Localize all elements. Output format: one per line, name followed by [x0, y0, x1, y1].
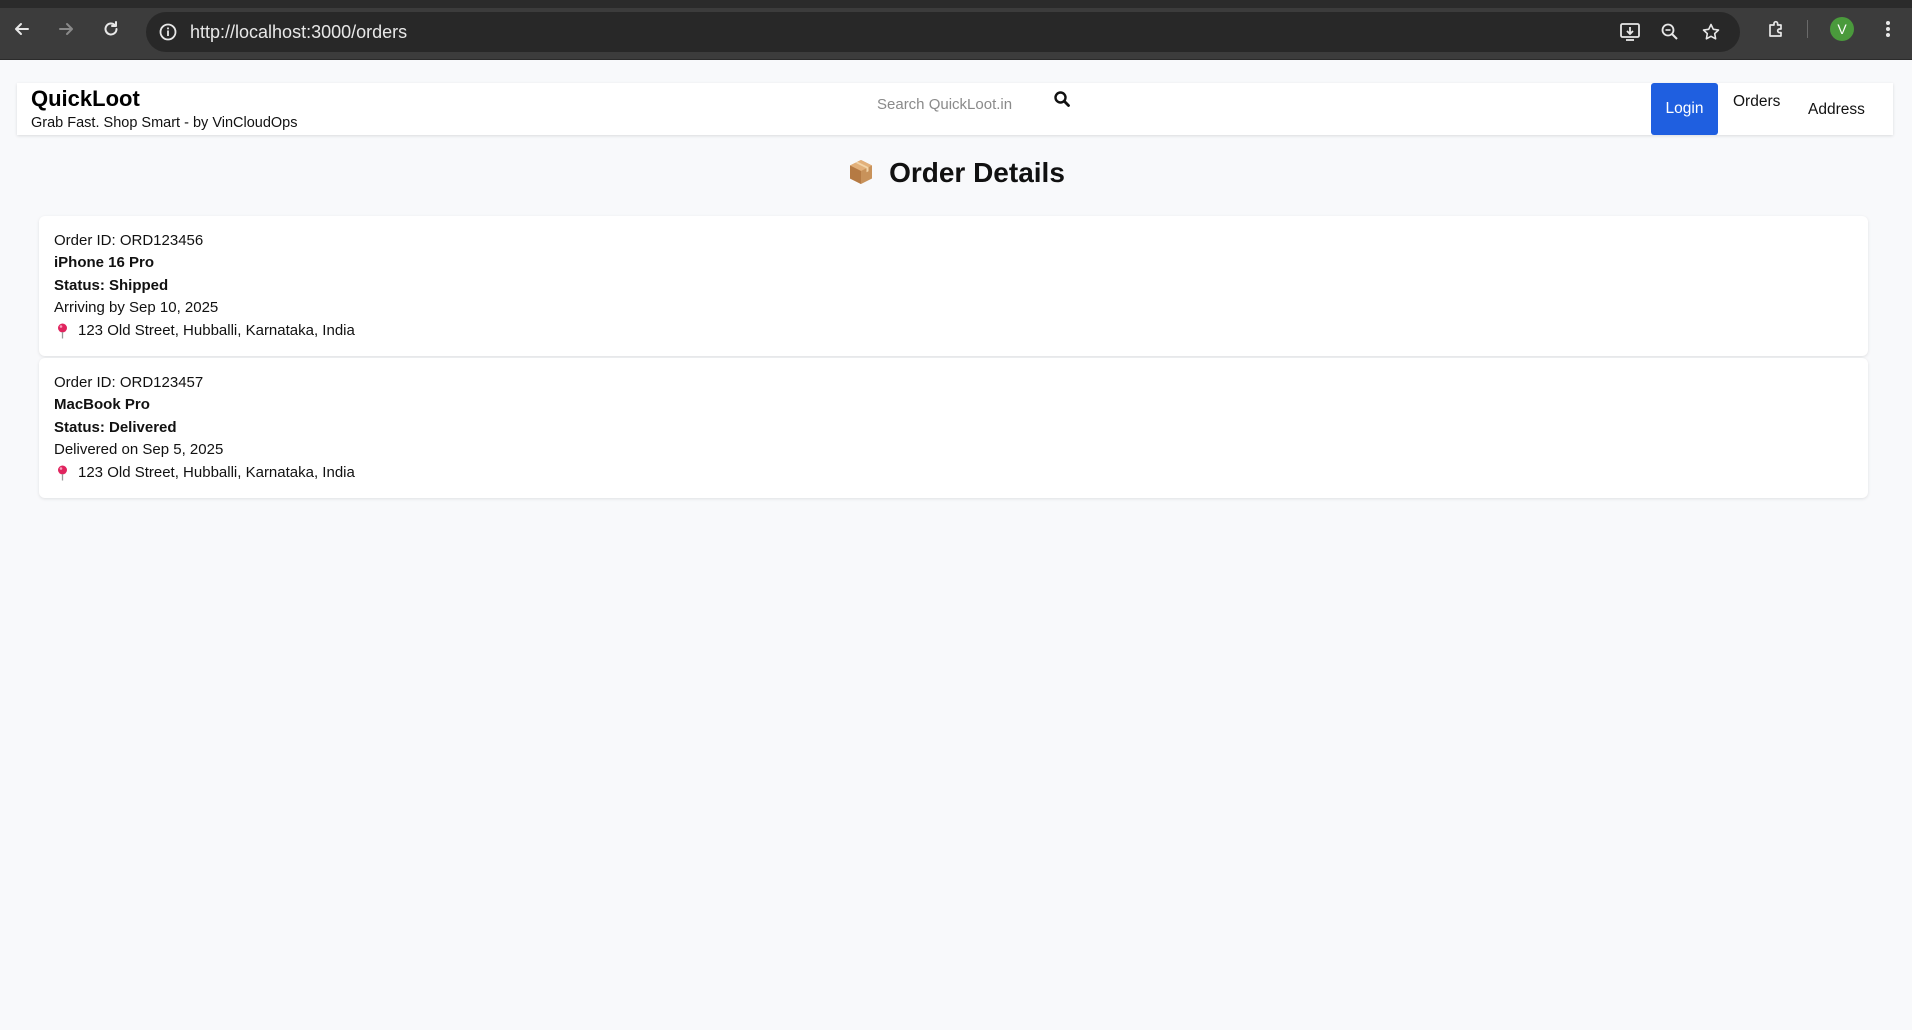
package-icon — [847, 158, 875, 193]
order-address-row: 123 Old Street, Hubballi, Karnataka, Ind… — [54, 464, 355, 481]
map-pin-icon — [57, 465, 68, 481]
extensions-icon[interactable] — [1761, 14, 1791, 44]
nav-address-link[interactable]: Address — [1808, 101, 1865, 119]
address-bar[interactable]: http://localhost:3000/orders — [146, 12, 1740, 52]
more-icon[interactable] — [1874, 14, 1902, 44]
reload-icon[interactable] — [96, 14, 126, 44]
toolbar-divider — [1807, 20, 1808, 38]
order-product: iPhone 16 Pro — [54, 254, 155, 271]
order-product: MacBook Pro — [54, 396, 150, 413]
map-pin-icon — [57, 323, 68, 339]
order-address: 123 Old Street, Hubballi, Karnataka, Ind… — [78, 464, 355, 481]
browser-toolbar: http://localhost:3000/orders V — [0, 0, 1912, 60]
app-header: QuickLoot Grab Fast. Shop Smart - by Vin… — [17, 83, 1893, 135]
tab-strip — [0, 0, 1912, 8]
zoom-icon[interactable] — [1656, 18, 1684, 46]
brand[interactable]: QuickLoot Grab Fast. Shop Smart - by Vin… — [31, 86, 298, 133]
order-delivery-date: Arriving by Sep 10, 2025 — [54, 299, 219, 316]
order-address: 123 Old Street, Hubballi, Karnataka, Ind… — [78, 322, 355, 339]
search-icon[interactable] — [1053, 90, 1075, 112]
order-id: Order ID: ORD123457 — [54, 374, 204, 391]
order-id: Order ID: ORD123456 — [54, 232, 204, 249]
page-title: Order Details — [0, 157, 1912, 193]
back-icon[interactable] — [7, 14, 37, 44]
login-button[interactable]: Login — [1651, 83, 1718, 135]
info-icon[interactable] — [154, 18, 182, 46]
order-status: Status: Delivered — [54, 419, 177, 436]
order-status: Status: Shipped — [54, 277, 169, 294]
order-delivery-date: Delivered on Sep 5, 2025 — [54, 441, 224, 458]
page-title-text: Order Details — [889, 157, 1065, 188]
forward-icon[interactable] — [51, 14, 81, 44]
avatar[interactable]: V — [1830, 17, 1854, 41]
order-card: Order ID: ORD123457 MacBook Pro Status: … — [39, 358, 1868, 498]
install-app-icon[interactable] — [1616, 18, 1644, 46]
brand-tagline: Grab Fast. Shop Smart - by VinCloudOps — [31, 115, 298, 131]
nav-orders-link[interactable]: Orders — [1733, 93, 1780, 111]
brand-title[interactable]: QuickLoot — [31, 86, 298, 112]
url-text[interactable]: http://localhost:3000/orders — [190, 22, 407, 43]
star-icon[interactable] — [1697, 18, 1725, 46]
order-card: Order ID: ORD123456 iPhone 16 Pro Status… — [39, 216, 1868, 356]
search-input[interactable] — [875, 89, 1059, 119]
order-address-row: 123 Old Street, Hubballi, Karnataka, Ind… — [54, 322, 355, 339]
